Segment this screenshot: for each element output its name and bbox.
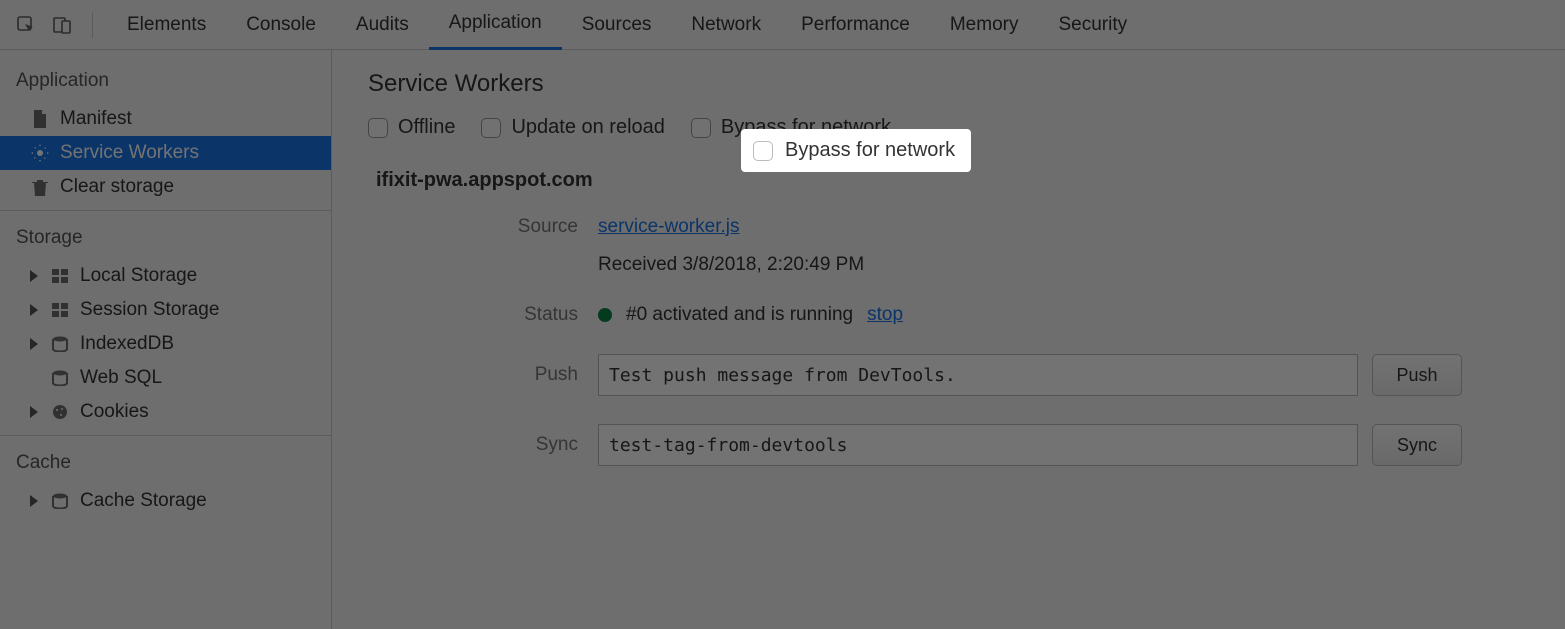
devtools-tabbar: Elements Console Audits Application Sour…: [0, 0, 1565, 50]
cookie-icon: [50, 402, 70, 422]
expand-triangle-icon: [30, 270, 38, 282]
table-icon: [50, 300, 70, 320]
checkbox-icon[interactable]: [753, 141, 773, 161]
panel-title: Service Workers: [368, 70, 1529, 98]
tab-performance[interactable]: Performance: [781, 0, 930, 50]
gear-icon: [30, 143, 50, 163]
checkbox-icon[interactable]: [691, 118, 711, 138]
sidebar-divider: [0, 210, 331, 211]
sync-label: Sync: [368, 434, 598, 456]
sidebar-item-cookies[interactable]: Cookies: [0, 395, 331, 429]
service-worker-origin: ifixit-pwa.appspot.com: [376, 169, 1529, 192]
update-on-reload-checkbox-row[interactable]: Update on reload: [481, 116, 664, 139]
sidebar-item-manifest[interactable]: Manifest: [0, 102, 331, 136]
application-sidebar: Application Manifest Service Workers Cle…: [0, 50, 332, 629]
checkbox-icon[interactable]: [481, 118, 501, 138]
sync-input[interactable]: [598, 424, 1358, 466]
sidebar-item-clear-storage[interactable]: Clear storage: [0, 170, 331, 204]
sidebar-heading-cache: Cache: [0, 442, 331, 484]
expand-triangle-icon: [30, 304, 38, 316]
expand-triangle-icon: [30, 495, 38, 507]
checkbox-icon[interactable]: [368, 118, 388, 138]
sidebar-item-label: Cache Storage: [80, 490, 207, 512]
received-timestamp: Received 3/8/2018, 2:20:49 PM: [598, 254, 864, 276]
device-toolbar-icon[interactable]: [50, 13, 74, 37]
file-icon: [30, 109, 50, 129]
tab-sources[interactable]: Sources: [562, 0, 672, 50]
database-icon: [50, 491, 70, 511]
checkbox-label: Offline: [398, 116, 455, 139]
sidebar-item-label: Web SQL: [80, 367, 162, 389]
sidebar-item-label: Manifest: [60, 108, 132, 130]
source-link[interactable]: service-worker.js: [598, 216, 739, 238]
offline-checkbox-row[interactable]: Offline: [368, 116, 455, 139]
status-label: Status: [368, 304, 598, 326]
tab-console[interactable]: Console: [226, 0, 336, 50]
database-icon: [50, 368, 70, 388]
sidebar-item-label: Cookies: [80, 401, 149, 423]
push-input[interactable]: [598, 354, 1358, 396]
sidebar-item-local-storage[interactable]: Local Storage: [0, 259, 331, 293]
trash-icon: [30, 177, 50, 197]
sidebar-item-label: Local Storage: [80, 265, 197, 287]
source-label: Source: [368, 216, 598, 238]
checkbox-label: Update on reload: [511, 116, 664, 139]
sidebar-item-session-storage[interactable]: Session Storage: [0, 293, 331, 327]
status-text: #0 activated and is running: [626, 304, 853, 326]
tab-application[interactable]: Application: [429, 0, 562, 50]
status-dot-icon: [598, 308, 612, 322]
expand-triangle-icon: [30, 338, 38, 350]
tabbar-separator: [92, 12, 93, 38]
sidebar-item-indexeddb[interactable]: IndexedDB: [0, 327, 331, 361]
sidebar-divider: [0, 435, 331, 436]
sidebar-item-cache-storage[interactable]: Cache Storage: [0, 484, 331, 518]
sidebar-heading-application: Application: [0, 60, 331, 102]
tab-network[interactable]: Network: [671, 0, 781, 50]
sidebar-item-label: Session Storage: [80, 299, 219, 321]
sidebar-item-web-sql[interactable]: Web SQL: [0, 361, 331, 395]
tab-audits[interactable]: Audits: [336, 0, 429, 50]
sidebar-heading-storage: Storage: [0, 217, 331, 259]
stop-link[interactable]: stop: [867, 304, 903, 326]
expand-triangle-icon: [30, 406, 38, 418]
sidebar-item-label: IndexedDB: [80, 333, 174, 355]
sidebar-item-label: Clear storage: [60, 176, 174, 198]
tab-security[interactable]: Security: [1038, 0, 1147, 50]
inspect-element-icon[interactable]: [14, 13, 38, 37]
tab-elements[interactable]: Elements: [107, 0, 226, 50]
push-button[interactable]: Push: [1372, 354, 1462, 396]
database-icon: [50, 334, 70, 354]
checkbox-label: Bypass for network: [785, 139, 955, 162]
sync-button[interactable]: Sync: [1372, 424, 1462, 466]
table-icon: [50, 266, 70, 286]
sidebar-item-service-workers[interactable]: Service Workers: [0, 136, 331, 170]
sidebar-item-label: Service Workers: [60, 142, 199, 164]
bypass-for-network-highlight[interactable]: Bypass for network: [741, 129, 971, 172]
push-label: Push: [368, 364, 598, 386]
tab-memory[interactable]: Memory: [930, 0, 1039, 50]
